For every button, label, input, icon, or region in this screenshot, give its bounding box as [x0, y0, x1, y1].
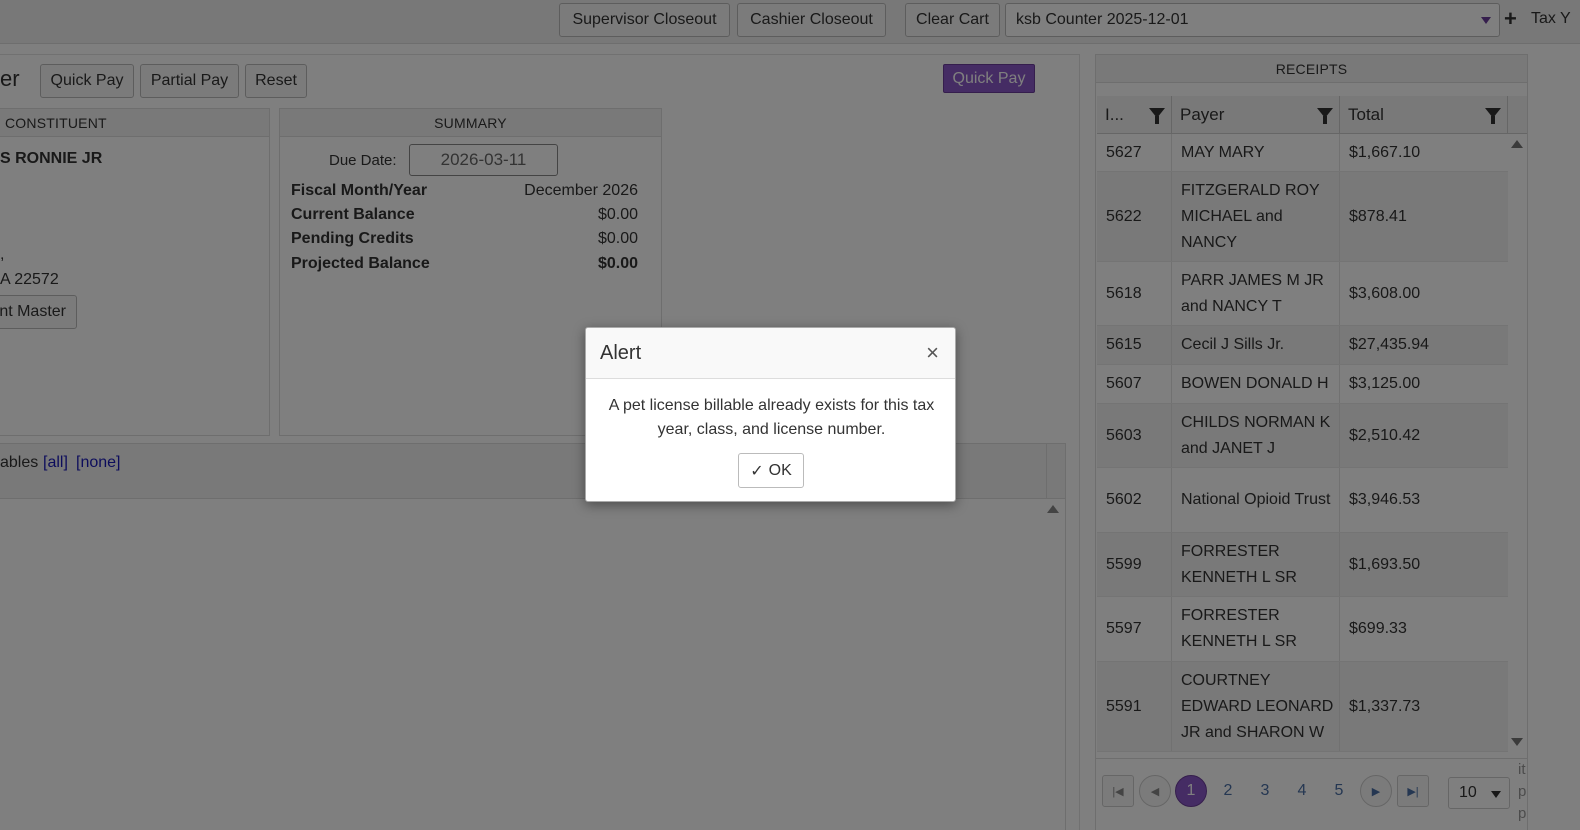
check-icon: ✓	[750, 462, 764, 480]
ok-button[interactable]: ✓ OK	[738, 453, 804, 488]
alert-dialog: Alert × A pet license billable already e…	[585, 327, 956, 502]
alert-message: A pet license billable already exists fo…	[608, 397, 935, 438]
close-icon[interactable]: ×	[926, 342, 939, 364]
alert-header: Alert	[586, 328, 955, 379]
ok-label: OK	[768, 461, 792, 479]
alert-title: Alert	[600, 341, 642, 364]
